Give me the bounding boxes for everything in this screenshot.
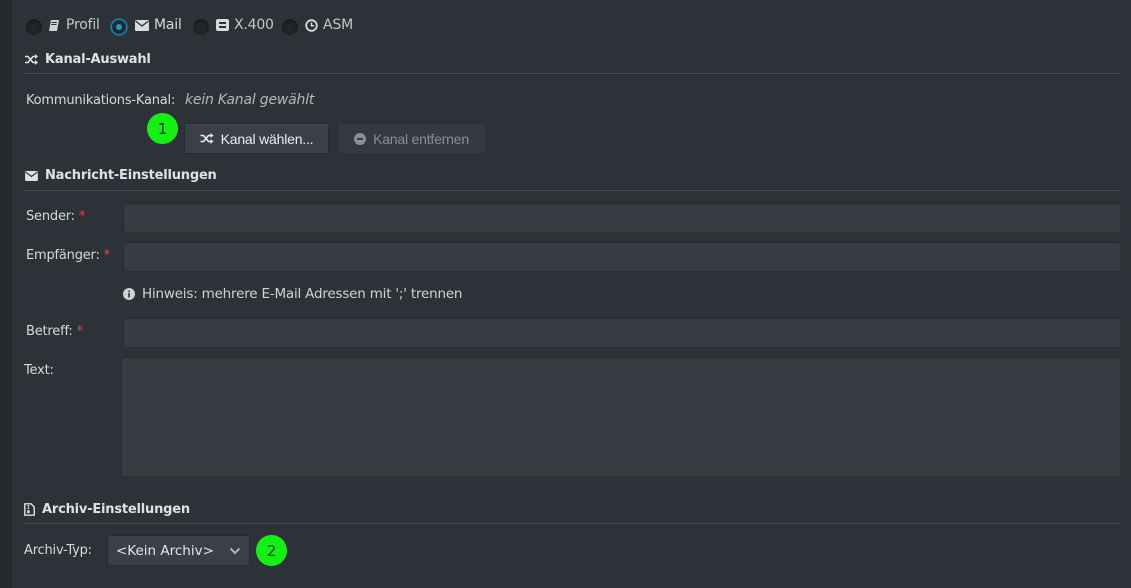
radio-mail-label[interactable]: Mail bbox=[135, 17, 182, 33]
section-archiv-einstellungen: Archiv-Einstellungen bbox=[24, 502, 190, 517]
recipient-label: Empfänger: * bbox=[26, 248, 110, 263]
archive-type-label: Archiv-Typ: bbox=[24, 543, 92, 558]
sender-label: Sender: * bbox=[26, 209, 86, 224]
remove-channel-button[interactable]: Kanal entfernen bbox=[337, 123, 486, 154]
step-marker-2: 2 bbox=[256, 535, 287, 566]
radio-profil-label[interactable]: Profil bbox=[48, 17, 100, 33]
section-divider bbox=[25, 190, 1120, 191]
text-label: Text: bbox=[24, 363, 54, 378]
section-divider bbox=[24, 523, 1120, 524]
kanal-label: Kommunikations-Kanal: bbox=[26, 93, 176, 108]
file-archive-icon bbox=[24, 503, 35, 516]
archive-type-value: <Kein Archiv> bbox=[116, 542, 214, 559]
required-marker: * bbox=[78, 209, 86, 224]
required-marker: * bbox=[76, 324, 84, 339]
step-marker-1: 1 bbox=[147, 113, 178, 144]
section-divider bbox=[25, 73, 1120, 74]
section-kanal-auswahl: Kanal-Auswahl bbox=[25, 52, 151, 67]
text-textarea[interactable] bbox=[121, 356, 1121, 477]
shuffle-icon bbox=[200, 133, 214, 144]
radio-asm-label[interactable]: ASM bbox=[305, 17, 353, 33]
recipient-input[interactable] bbox=[123, 241, 1121, 272]
choose-channel-button[interactable]: Kanal wählen... bbox=[184, 123, 329, 154]
clock-icon bbox=[305, 18, 318, 32]
radio-x400-label[interactable]: X.400 bbox=[216, 17, 274, 33]
radio-x400[interactable] bbox=[193, 19, 209, 35]
left-rail bbox=[0, 0, 12, 588]
minus-circle-icon bbox=[354, 132, 367, 145]
required-marker: * bbox=[103, 248, 111, 263]
chevron-down-icon bbox=[229, 547, 241, 555]
sender-input[interactable] bbox=[123, 202, 1121, 233]
recipient-hint: Hinweis: mehrere E-Mail Adressen mit ';'… bbox=[123, 286, 462, 302]
kanal-value: kein Kanal gewählt bbox=[185, 92, 315, 108]
radio-mail[interactable] bbox=[111, 19, 127, 35]
radio-asm[interactable] bbox=[282, 19, 298, 35]
radio-profil[interactable] bbox=[26, 19, 42, 35]
subject-input[interactable] bbox=[123, 317, 1121, 348]
x400-envelope-icon bbox=[216, 19, 229, 31]
archive-type-select[interactable]: <Kein Archiv> bbox=[107, 535, 250, 566]
book-icon bbox=[48, 19, 61, 32]
info-icon bbox=[123, 288, 135, 300]
envelope-icon bbox=[135, 19, 149, 31]
shuffle-icon bbox=[25, 54, 38, 65]
section-nachricht-einstellungen: Nachricht-Einstellungen bbox=[25, 168, 217, 183]
subject-label: Betreff: * bbox=[26, 324, 83, 339]
envelope-icon bbox=[25, 170, 38, 181]
